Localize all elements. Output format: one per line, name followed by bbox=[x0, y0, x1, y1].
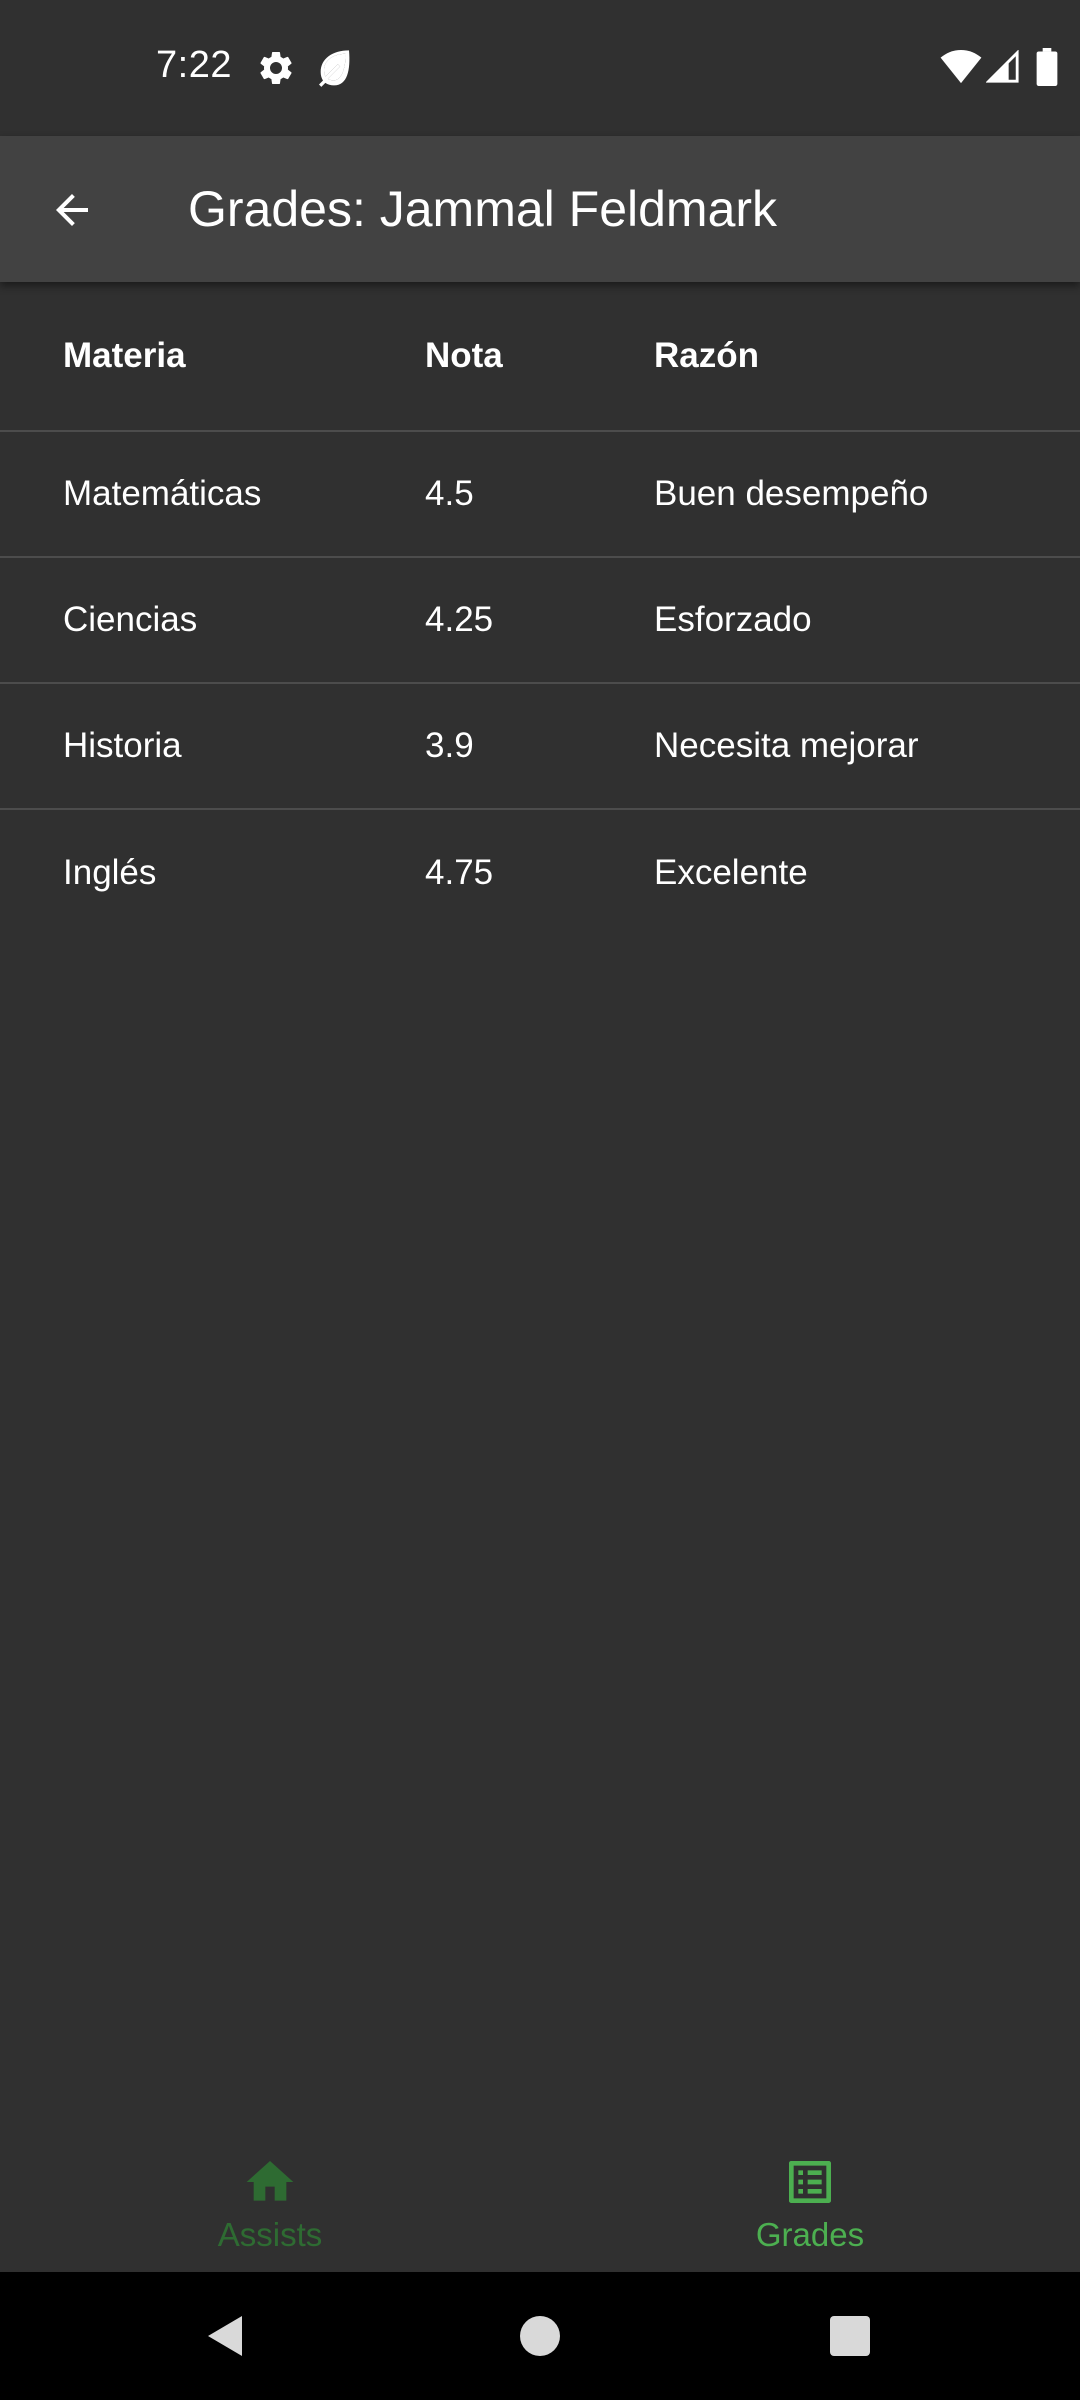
home-circle-icon[interactable] bbox=[516, 2312, 564, 2360]
arrow-left-icon bbox=[56, 194, 88, 226]
cell-subject: Matemáticas bbox=[63, 474, 262, 513]
nav-label-assists: Assists bbox=[217, 2216, 323, 2253]
wifi-icon bbox=[940, 50, 982, 84]
back-button[interactable] bbox=[34, 172, 110, 248]
table-row: Matemáticas 4.5 Buen desempeño bbox=[0, 432, 1080, 558]
table-row: Historia 3.9 Necesita mejorar bbox=[0, 684, 1080, 810]
status-bar: 7:22 bbox=[0, 0, 1080, 136]
gear-icon bbox=[260, 51, 292, 84]
table-header: Materia Nota Razón bbox=[0, 282, 1080, 432]
app-bar: Grades: Jammal Feldmark bbox=[0, 136, 1080, 282]
header-razon: Razón bbox=[654, 336, 759, 375]
table-row: Inglés 4.75 Excelente bbox=[0, 810, 1080, 936]
cell-reason: Excelente bbox=[654, 853, 808, 892]
cell-grade: 4.75 bbox=[425, 853, 494, 892]
cell-grade: 3.9 bbox=[425, 726, 474, 765]
cell-reason: Esforzado bbox=[654, 600, 812, 639]
home-icon bbox=[246, 2161, 294, 2201]
bottom-navigation: Assists Grades bbox=[0, 2130, 1080, 2272]
battery-icon bbox=[1036, 48, 1058, 86]
back-triangle-icon[interactable] bbox=[202, 2312, 250, 2360]
screen: 7:22 Grades: Jammal Feldmark Materia Not… bbox=[0, 0, 1080, 2400]
cell-grade: 4.5 bbox=[425, 474, 474, 513]
header-nota: Nota bbox=[425, 336, 503, 375]
nav-item-assists[interactable]: Assists bbox=[0, 2130, 540, 2272]
signal-icon bbox=[986, 50, 1019, 83]
nav-label-grades: Grades bbox=[755, 2216, 865, 2253]
nav-item-grades[interactable]: Grades bbox=[540, 2130, 1080, 2272]
cell-subject: Historia bbox=[63, 726, 182, 765]
leaf-icon bbox=[319, 50, 350, 87]
header-materia: Materia bbox=[63, 336, 186, 375]
cell-reason: Necesita mejorar bbox=[654, 726, 919, 765]
page-title: Grades: Jammal Feldmark bbox=[188, 181, 778, 237]
status-time: 7:22 bbox=[156, 44, 232, 86]
cell-reason: Buen desempeño bbox=[654, 474, 929, 513]
table-row: Ciencias 4.25 Esforzado bbox=[0, 558, 1080, 684]
grades-table: Materia Nota Razón Matemáticas 4.5 Buen … bbox=[0, 282, 1080, 936]
cell-subject: Ciencias bbox=[63, 600, 198, 639]
list-alt-icon bbox=[789, 2161, 831, 2203]
system-navigation-bar bbox=[0, 2272, 1080, 2400]
cell-subject: Inglés bbox=[63, 853, 157, 892]
cell-grade: 4.25 bbox=[425, 600, 494, 639]
recents-square-icon[interactable] bbox=[826, 2312, 874, 2360]
